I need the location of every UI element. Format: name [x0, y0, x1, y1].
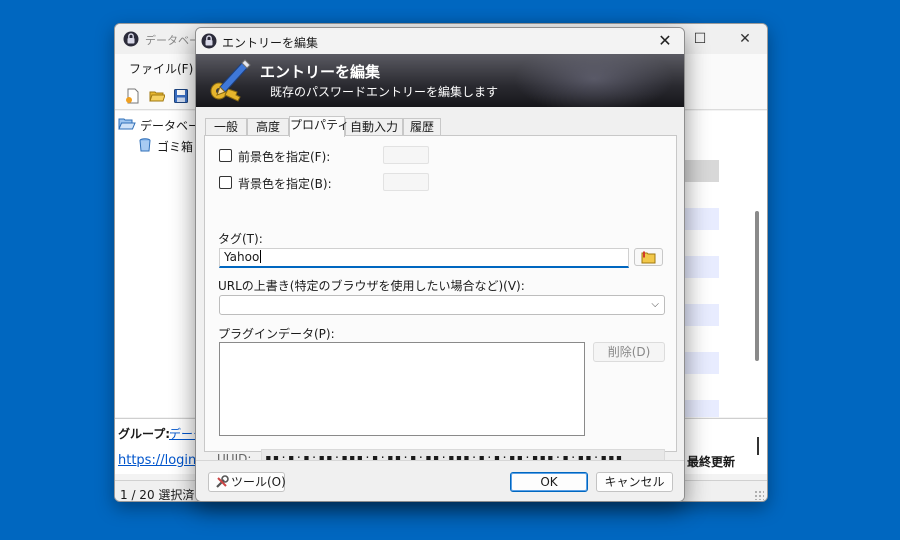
open-folder-icon	[118, 116, 136, 135]
splitter[interactable]	[757, 437, 759, 455]
edit-key-icon	[206, 57, 252, 107]
dialog-banner: エントリーを編集 既存のパスワードエントリーを編集します	[196, 54, 684, 107]
properties-panel: 前景色を指定(F): 背景色を指定(B): タグ(T): Yahoo URLの上…	[204, 135, 677, 467]
tools-label: ツール(O)	[231, 475, 286, 489]
close-icon[interactable]: ✕	[730, 28, 760, 50]
list-item[interactable]	[685, 304, 719, 326]
tags-menu-button[interactable]	[634, 248, 663, 266]
menu-file[interactable]: ファイル(F)	[129, 60, 193, 77]
tab-strip: 一般 高度 プロパティ 自動入力 履歴	[196, 116, 684, 137]
tags-input[interactable]: Yahoo	[219, 248, 629, 268]
tag-folder-icon	[641, 251, 657, 267]
list-item[interactable]	[685, 160, 719, 182]
new-file-icon[interactable]	[125, 88, 141, 104]
status-text: 1 / 20 選択済	[120, 488, 195, 502]
list-scrollbar[interactable]	[755, 211, 759, 361]
tab-general[interactable]: 一般	[205, 118, 247, 136]
bg-color-label: 背景色を指定(B):	[238, 177, 332, 191]
group-tree: データベース ゴミ箱	[115, 111, 211, 417]
dialog-title-bar: エントリーを編集 ✕	[196, 28, 684, 54]
banner-subtitle: 既存のパスワードエントリーを編集します	[270, 85, 499, 99]
recycle-bin-icon	[137, 137, 153, 156]
banner-title: エントリーを編集	[260, 63, 381, 81]
list-item[interactable]	[685, 400, 719, 417]
dialog-footer: ツール(O) OK キャンセル	[196, 460, 684, 501]
list-item[interactable]	[685, 208, 719, 230]
close-icon[interactable]: ✕	[652, 30, 678, 52]
tools-button[interactable]: ツール(O)	[208, 472, 286, 494]
tab-advanced[interactable]: 高度	[247, 118, 289, 136]
checkbox-box[interactable]	[219, 149, 232, 162]
list-item[interactable]	[685, 352, 719, 374]
banner-glow	[514, 54, 674, 107]
delete-button[interactable]: 削除(D)	[593, 342, 665, 362]
open-folder-icon[interactable]	[149, 88, 166, 104]
list-item[interactable]	[685, 256, 719, 278]
ok-button[interactable]: OK	[510, 472, 588, 492]
lock-icon	[201, 33, 217, 52]
resize-grip-icon[interactable]	[754, 490, 764, 500]
cancel-button[interactable]: キャンセル	[596, 472, 673, 492]
lock-icon	[123, 31, 139, 50]
maximize-icon[interactable]: ☐	[685, 28, 715, 50]
url-override-select[interactable]: ⌵	[219, 295, 665, 315]
url-override-label: URLの上書き(特定のブラウザを使用したい場合など)(V):	[218, 279, 525, 293]
tree-item-label: ゴミ箱	[157, 140, 194, 154]
edit-entry-dialog: エントリーを編集 ✕ エントリーを編集 既存のパスワードエントリーを編集します …	[195, 27, 685, 502]
tab-auto-type[interactable]: 自動入力	[345, 118, 403, 136]
tags-label: タグ(T):	[218, 232, 263, 246]
tags-input-value: Yahoo	[224, 250, 260, 264]
dialog-title: エントリーを編集	[222, 36, 319, 50]
bg-color-button[interactable]	[383, 173, 429, 191]
text-caret	[260, 250, 262, 263]
tools-icon	[215, 475, 229, 494]
fg-color-label: 前景色を指定(F):	[238, 150, 331, 164]
checkbox-box[interactable]	[219, 176, 232, 189]
tab-history[interactable]: 履歴	[403, 118, 441, 136]
plugin-data-label: プラグインデータ(P):	[218, 327, 335, 341]
save-icon[interactable]	[173, 88, 189, 104]
last-modified-label: 最終更新	[687, 455, 736, 469]
group-label: グループ:	[118, 427, 171, 441]
plugin-data-list[interactable]	[219, 342, 585, 436]
chevron-down-icon: ⌵	[651, 299, 659, 310]
tab-properties[interactable]: プロパティ	[289, 116, 349, 137]
url-link[interactable]: https://login	[118, 453, 196, 468]
fg-color-button[interactable]	[383, 146, 429, 164]
